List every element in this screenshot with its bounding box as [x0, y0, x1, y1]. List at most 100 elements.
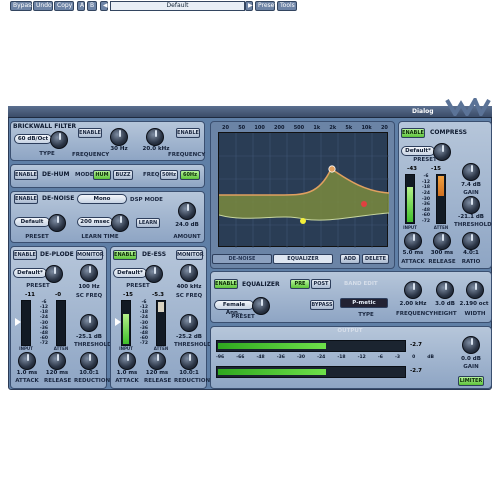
freq-tick: 20 [222, 125, 229, 131]
plugin-name: Dialog [412, 108, 434, 115]
eq-band-point-yellow[interactable] [300, 218, 306, 224]
eq-graph-display[interactable] [218, 132, 390, 248]
denoise-learn-time-dropdown[interactable]: 200 msec [77, 217, 113, 227]
denoise-amount-knob[interactable] [178, 202, 196, 220]
deplode-threshold-value: -25.1 dB [76, 334, 102, 340]
preset-prev-button[interactable]: ◀ [100, 1, 108, 11]
compress-atten-meter [436, 174, 446, 224]
compress-preset-dropdown[interactable]: Default* [401, 146, 435, 156]
band-frequency-knob[interactable] [404, 281, 422, 299]
brickwall-low-enable-button[interactable]: ENABLE [78, 128, 102, 138]
dehum-freq-50-button[interactable]: 50Hz [160, 170, 178, 180]
deplode-sc-freq-knob[interactable] [80, 264, 98, 282]
deess-enable-button[interactable]: ENABLE [113, 250, 137, 260]
equalizer-pre-button[interactable]: PRE [290, 279, 310, 289]
compress-release-knob[interactable] [433, 232, 451, 250]
deess-atten-readout: -5.3 [151, 292, 165, 298]
equalizer-enable-button[interactable]: ENABLE [214, 279, 238, 289]
compress-title: COMPRESS [430, 129, 467, 136]
deplode-preset-dropdown[interactable]: Default* [13, 268, 47, 278]
dehum-mode-hum-button[interactable]: HUM [93, 170, 111, 180]
denoise-learn-time-label: LEARN TIME [81, 234, 119, 240]
preset-name-field[interactable]: Default [110, 1, 245, 11]
deplode-enable-button[interactable]: ENABLE [13, 250, 37, 260]
deess-input-readout: -15 [123, 292, 133, 298]
brickwall-high-enable-button[interactable]: ENABLE [176, 128, 200, 138]
compress-attack-knob[interactable] [404, 232, 422, 250]
equalizer-post-button[interactable]: POST [311, 279, 331, 289]
ab-b-button[interactable]: B [87, 1, 97, 11]
copy-button[interactable]: Copy [54, 1, 74, 11]
denoise-learn-time-knob[interactable] [111, 214, 129, 232]
deess-atten-meter [156, 300, 166, 346]
deplode-threshold-slider[interactable] [15, 318, 21, 326]
band-height-value: 3.0 dB [435, 301, 455, 307]
eq-band-point-red[interactable] [361, 201, 367, 207]
tab-equalizer[interactable]: EQUALIZER [273, 254, 333, 264]
band-type-dropdown[interactable]: P-metic [340, 298, 388, 308]
deplode-threshold-knob[interactable] [80, 314, 98, 332]
brickwall-type-knob[interactable] [50, 131, 68, 149]
deplode-reduction-knob[interactable] [80, 352, 98, 370]
deess-sc-freq-knob[interactable] [180, 264, 198, 282]
deplode-title: DE-PLODE [40, 251, 74, 258]
ab-a-button[interactable]: A [77, 1, 85, 11]
dehum-freq-60-button[interactable]: 60Hz [180, 170, 200, 180]
add-band-button[interactable]: ADD [340, 254, 360, 264]
deess-release-knob[interactable] [148, 352, 166, 370]
equalizer-preset-dropdown[interactable]: Female Ann.. [214, 300, 254, 316]
compress-release-label: RELEASE [428, 259, 456, 265]
deess-reduction-knob[interactable] [180, 352, 198, 370]
freq-tick: 10k [361, 125, 372, 131]
deplode-monitor-button[interactable]: MONITOR [76, 250, 104, 260]
bypass-button[interactable]: Bypass [10, 1, 34, 11]
eq-graph-svg[interactable] [218, 133, 390, 248]
deplode-preset-knob[interactable] [45, 265, 63, 283]
band-height-knob[interactable] [436, 281, 454, 299]
deess-threshold-slider[interactable] [115, 318, 121, 326]
deess-monitor-button[interactable]: MONITOR [176, 250, 204, 260]
deess-preset-knob[interactable] [145, 265, 163, 283]
compress-preset-label: PRESET [413, 157, 437, 163]
deplode-release-value: 120 ms [45, 370, 69, 376]
eq-band-point-orange[interactable] [328, 165, 336, 173]
deplode-attack-knob[interactable] [18, 352, 36, 370]
denoise-preset-dropdown[interactable]: Default [14, 217, 50, 227]
freq-axis-labels: 20 50 100 200 500 1k 2k 5k 10k 20 [222, 125, 388, 131]
deess-release-value: 120 ms [145, 370, 169, 376]
compress-input-readout: -43 [407, 166, 417, 172]
dehum-enable-button[interactable]: ENABLE [14, 170, 38, 180]
denoise-preset-knob[interactable] [48, 214, 66, 232]
preset-menu-button[interactable]: Preset [255, 1, 277, 11]
tab-denoise[interactable]: DE-NOISE [212, 254, 272, 264]
compress-threshold-knob[interactable] [462, 196, 480, 214]
equalizer-preset-knob[interactable] [252, 297, 270, 315]
meter-tick: -60 [421, 213, 431, 219]
delete-band-button[interactable]: DELETE [362, 254, 389, 264]
compress-gain-knob[interactable] [462, 163, 480, 181]
brickwall-high-freq-knob[interactable] [146, 128, 164, 146]
compress-ratio-knob[interactable] [462, 232, 480, 250]
denoise-title: DE-NOISE [42, 195, 75, 202]
preset-next-button[interactable]: ▶ [245, 1, 253, 11]
band-bypass-button[interactable]: BYPASS [310, 300, 334, 310]
denoise-dsp-mode-dropdown[interactable]: Mono [77, 194, 127, 204]
deess-preset-dropdown[interactable]: Default* [113, 268, 147, 278]
denoise-enable-button[interactable]: ENABLE [14, 194, 38, 204]
tools-menu-button[interactable]: Tools [277, 1, 297, 11]
output-gain-knob[interactable] [462, 336, 480, 354]
brickwall-type-dropdown[interactable]: 60 dB/Oct [14, 134, 52, 144]
deess-input-meter-fill [123, 314, 129, 344]
deplode-release-knob[interactable] [48, 352, 66, 370]
limiter-button[interactable]: LIMITER [458, 376, 484, 386]
denoise-learn-button[interactable]: LEARN [136, 218, 160, 228]
undo-button[interactable]: Undo [33, 1, 53, 11]
compress-enable-button[interactable]: ENABLE [401, 128, 425, 138]
band-width-knob[interactable] [466, 281, 484, 299]
compress-input-meter [405, 174, 415, 224]
brickwall-low-freq-knob[interactable] [110, 128, 128, 146]
brickwall-high-freq-label: FREQUENCY [168, 152, 206, 158]
deess-attack-knob[interactable] [118, 352, 136, 370]
dehum-mode-buzz-button[interactable]: BUZZ [113, 170, 133, 180]
deess-threshold-knob[interactable] [180, 314, 198, 332]
